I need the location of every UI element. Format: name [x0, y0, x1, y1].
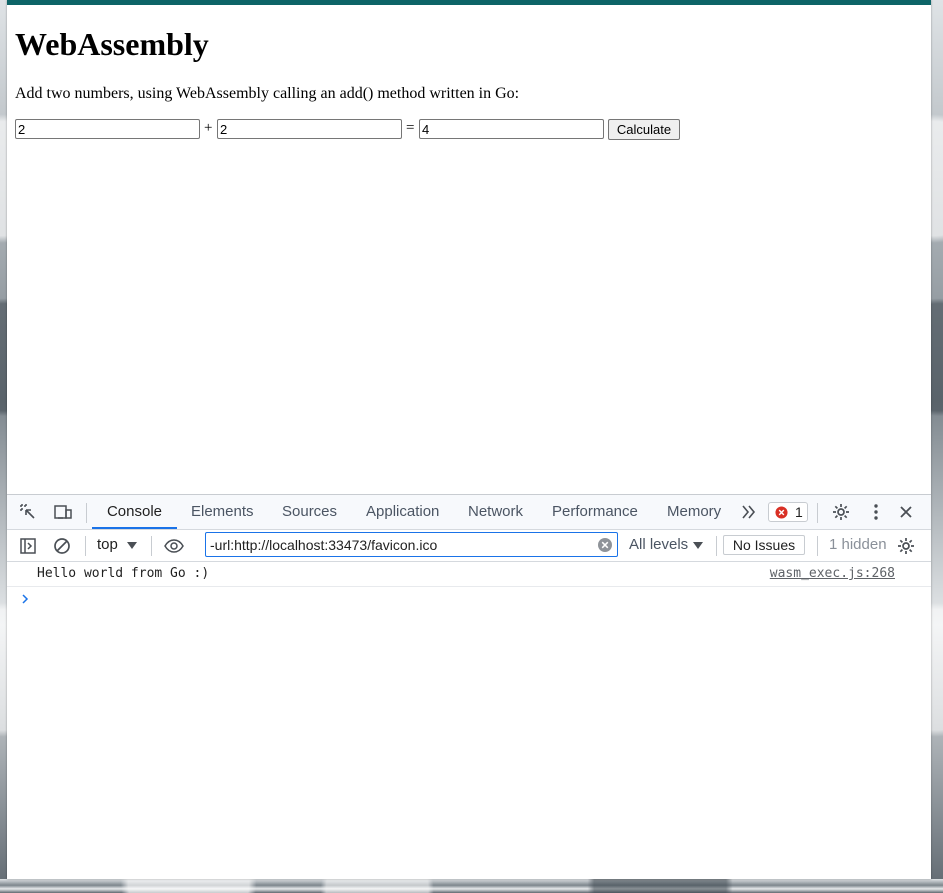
hidden-messages-count[interactable]: 1 hidden	[829, 535, 887, 555]
sidebar-toggle-icon[interactable]	[15, 533, 41, 559]
gear-icon[interactable]	[893, 533, 919, 559]
tab-memory[interactable]: Memory	[667, 495, 721, 529]
calculate-button[interactable]: Calculate	[608, 119, 680, 140]
tab-sources[interactable]: Sources	[282, 495, 337, 529]
error-count: 1	[795, 504, 803, 520]
page-title: WebAssembly	[15, 26, 209, 62]
browser-window: WebAssembly Add two numbers, using WebAs…	[7, 0, 931, 879]
chevron-down-icon	[127, 542, 137, 549]
web-page: WebAssembly Add two numbers, using WebAs…	[7, 5, 931, 494]
equals-sign: =	[406, 120, 415, 136]
plus-sign: +	[204, 120, 213, 136]
log-levels-select[interactable]: All levels	[629, 534, 709, 556]
result-input[interactable]	[419, 119, 604, 139]
tab-console[interactable]: Console	[92, 495, 177, 529]
tab-application[interactable]: Application	[366, 495, 439, 529]
context-select-label: top	[97, 536, 118, 553]
issues-button[interactable]: No Issues	[723, 535, 805, 555]
console-message-text: Hello world from Go :)	[37, 566, 210, 581]
log-levels-label: All levels	[629, 536, 689, 553]
inspect-element-icon[interactable]	[15, 499, 41, 525]
second-number-input[interactable]	[217, 119, 402, 139]
close-icon[interactable]	[893, 499, 919, 525]
toolbar-divider	[817, 536, 818, 556]
console-message: Hello world from Go :) wasm_exec.js:268	[7, 562, 931, 587]
tab-divider	[86, 503, 87, 523]
desktop-background-bottom	[0, 879, 943, 893]
first-number-input[interactable]	[15, 119, 200, 139]
console-output: Hello world from Go :) wasm_exec.js:268	[7, 562, 931, 879]
chevron-right-icon	[22, 594, 29, 604]
double-chevron-right-icon[interactable]	[736, 499, 762, 525]
devtools-tab-bar: Console Elements Sources Application Net…	[7, 495, 931, 530]
tab-network[interactable]: Network	[468, 495, 523, 529]
tab-elements[interactable]: Elements	[191, 495, 254, 529]
gear-icon[interactable]	[828, 499, 854, 525]
page-description: Add two numbers, using WebAssembly calli…	[15, 85, 520, 102]
block-circle-icon[interactable]	[49, 533, 75, 559]
console-filter-input[interactable]	[210, 535, 590, 554]
toolbar-divider	[85, 536, 86, 556]
devtools-panel: Console Elements Sources Application Net…	[7, 494, 931, 879]
eye-icon[interactable]	[161, 533, 187, 559]
context-select[interactable]: top	[95, 534, 141, 556]
desktop-background-left	[0, 0, 7, 893]
vertical-dots-icon[interactable]	[863, 499, 889, 525]
toolbar-divider	[716, 536, 717, 556]
tab-divider-right	[817, 503, 818, 523]
console-prompt[interactable]	[7, 587, 931, 611]
console-toolbar: top All levels	[7, 530, 931, 562]
console-filter-field[interactable]	[205, 532, 618, 557]
device-toolbar-icon[interactable]	[50, 499, 76, 525]
error-count-badge[interactable]: 1	[768, 502, 808, 522]
clear-filter-icon[interactable]	[597, 537, 613, 553]
desktop-background-right	[931, 0, 943, 893]
error-circle-x-icon	[775, 506, 788, 519]
toolbar-divider	[151, 536, 152, 556]
console-message-source-link[interactable]: wasm_exec.js:268	[770, 566, 895, 582]
tab-performance[interactable]: Performance	[552, 495, 638, 529]
chevron-down-icon	[693, 542, 703, 549]
